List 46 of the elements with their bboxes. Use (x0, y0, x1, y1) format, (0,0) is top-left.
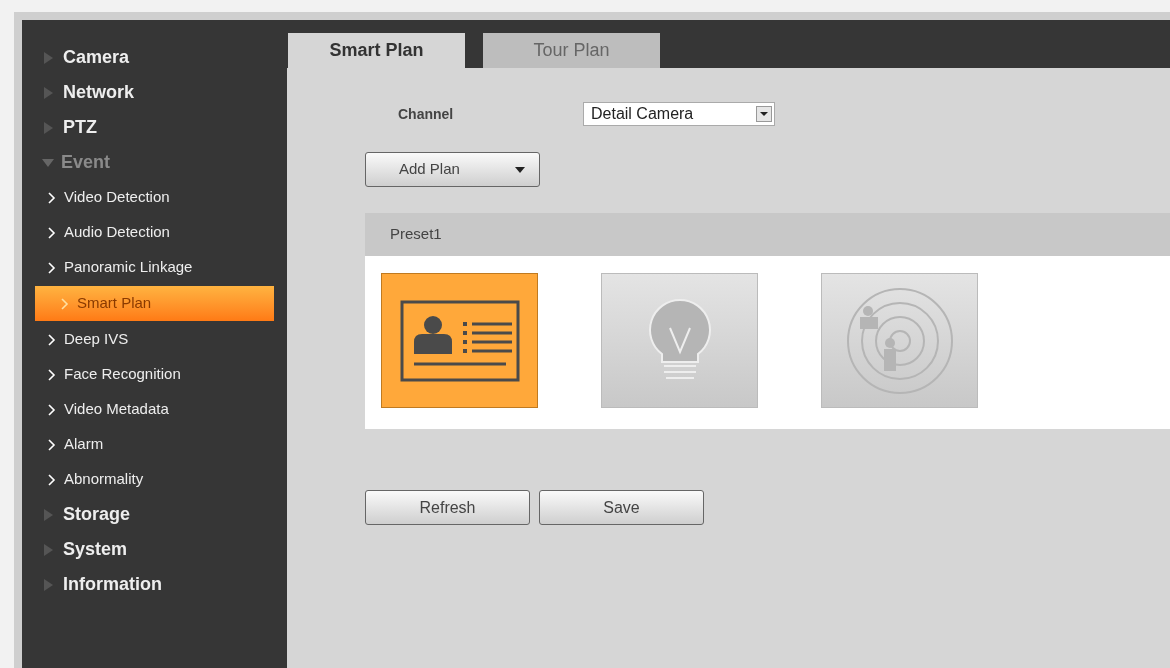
sidebar-item[interactable]: Storage (22, 497, 287, 532)
chevron-right-icon (48, 261, 56, 274)
channel-dropdown[interactable]: Detail Camera (583, 102, 775, 126)
action-button[interactable]: Refresh (365, 490, 530, 525)
sidebar-item[interactable]: Network (22, 75, 287, 110)
triangle-right-icon (44, 51, 53, 64)
caret-icon (515, 166, 525, 173)
plan-tile[interactable] (381, 273, 538, 408)
triangle-right-icon (44, 578, 53, 591)
chevron-right-icon (61, 297, 69, 310)
chevron-right-icon (48, 403, 56, 416)
sidebar-subitem[interactable]: Abnormality (22, 462, 287, 497)
chevron-right-icon (48, 368, 56, 381)
triangle-right-icon (44, 508, 53, 521)
triangle-right-icon (44, 543, 53, 556)
chevron-right-icon (48, 226, 56, 239)
plan-tile[interactable] (601, 273, 758, 408)
triangle-right-icon (44, 86, 53, 99)
sidebar-subitem[interactable]: Panoramic Linkage (22, 250, 287, 285)
sidebar-subitem[interactable]: Video Detection (22, 180, 287, 215)
add-plan-button[interactable]: Add Plan (365, 152, 540, 187)
sidebar-subitem[interactable]: Smart Plan (35, 286, 274, 321)
plan-tile[interactable] (821, 273, 978, 408)
sidebar-item[interactable]: Information (22, 567, 287, 602)
sidebar-item[interactable]: PTZ (22, 110, 287, 145)
sidebar-subitem[interactable]: Video Metadata (22, 392, 287, 427)
sidebar-item[interactable]: Event (22, 145, 287, 180)
chevron-right-icon (48, 438, 56, 451)
id-card-icon (399, 299, 520, 382)
tab[interactable]: Smart Plan (288, 33, 465, 68)
sidebar-subitem[interactable]: Deep IVS (22, 322, 287, 357)
preset-title: Preset1 (390, 224, 442, 245)
chevron-right-icon (48, 191, 56, 204)
channel-label: Channel (397, 104, 455, 124)
action-button[interactable]: Save (539, 490, 704, 525)
caret-icon (756, 106, 772, 122)
chevron-right-icon (48, 473, 56, 486)
triangle-down-icon (42, 158, 54, 167)
sidebar-subitem[interactable]: Face Recognition (22, 357, 287, 392)
radar-icon (845, 286, 954, 395)
sidebar-subitem[interactable]: Alarm (22, 427, 287, 462)
sidebar-subitem[interactable]: Audio Detection (22, 215, 287, 250)
sidebar-item[interactable]: System (22, 532, 287, 567)
chevron-right-icon (48, 333, 56, 346)
sidebar-item[interactable]: Camera (22, 40, 287, 75)
triangle-right-icon (44, 121, 53, 134)
